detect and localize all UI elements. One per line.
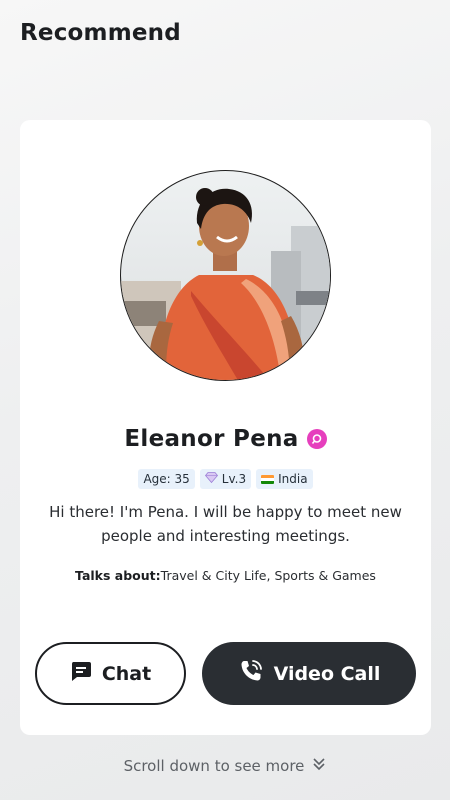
chat-bubble-icon [70, 660, 92, 687]
page-title: Recommend [20, 20, 181, 46]
video-call-button-label: Video Call [273, 662, 381, 685]
scroll-hint-label: Scroll down to see more [123, 757, 305, 775]
profile-card[interactable]: Eleanor Pena Age: 35 Lv.3 India Hi there… [20, 120, 431, 735]
phone-call-icon [238, 658, 264, 689]
country-tag-label: India [278, 472, 308, 486]
level-tag: Lv.3 [199, 469, 252, 489]
chat-button-label: Chat [101, 662, 152, 685]
profile-bio: Hi there! I'm Pena. I will be happy to m… [49, 503, 402, 545]
name-row: Eleanor Pena [20, 426, 431, 452]
chat-button[interactable]: Chat [35, 642, 186, 705]
age-tag-label: Age: 35 [143, 472, 190, 486]
double-chevron-down-icon [312, 757, 326, 775]
avatar[interactable] [120, 170, 331, 381]
video-call-button[interactable]: Video Call [202, 642, 416, 705]
diamond-icon [204, 472, 218, 486]
country-tag: India [256, 469, 313, 489]
india-flag-icon [261, 474, 275, 484]
profile-name: Eleanor Pena [124, 426, 299, 452]
scroll-hint[interactable]: Scroll down to see more [0, 757, 450, 775]
talks-about: Talks about:Travel & City Life, Sports &… [20, 568, 431, 583]
talks-about-value: Travel & City Life, Sports & Games [160, 568, 376, 583]
profile-photo [121, 188, 330, 380]
talks-about-label: Talks about: [75, 568, 161, 583]
verified-badge-icon [306, 429, 327, 449]
level-tag-label: Lv.3 [221, 472, 247, 486]
age-tag: Age: 35 [138, 469, 195, 489]
profile-tags: Age: 35 Lv.3 India [20, 469, 431, 489]
